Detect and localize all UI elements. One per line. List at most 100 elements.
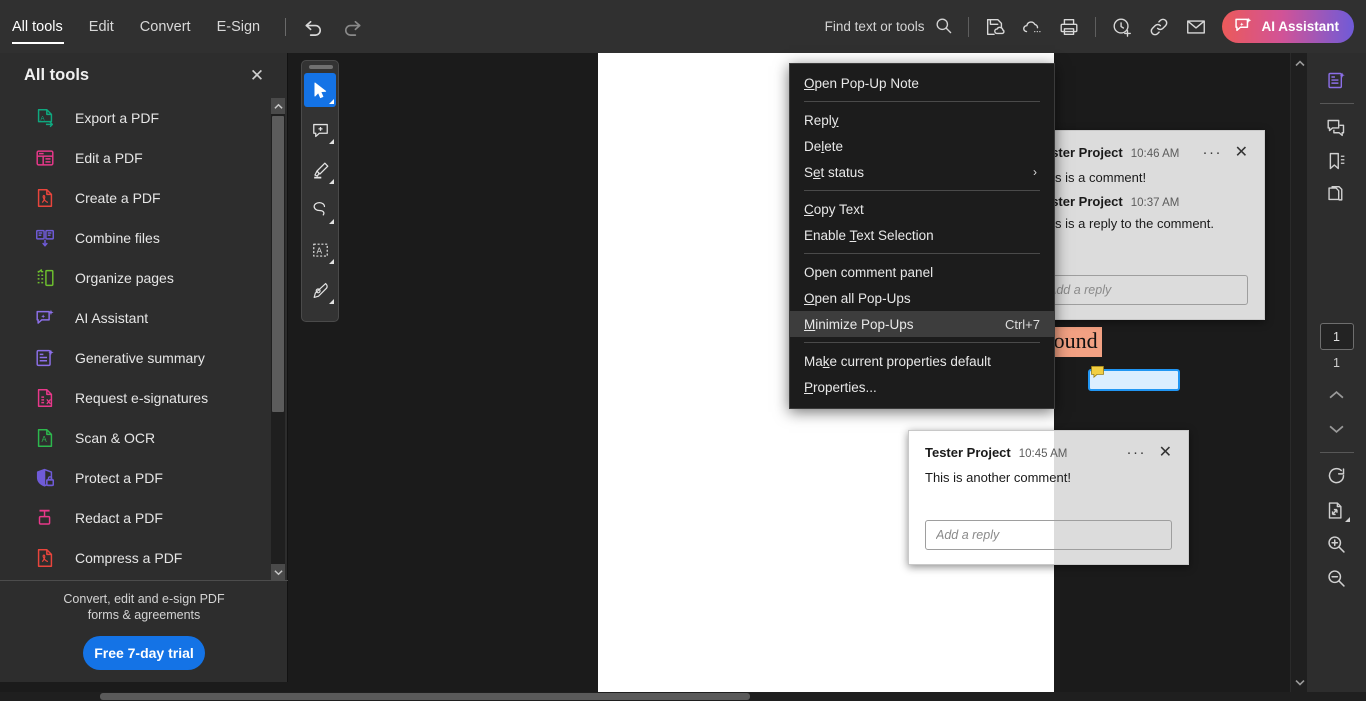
undo-icon[interactable] xyxy=(302,15,325,38)
menu-item-copy-text[interactable]: Copy Text xyxy=(790,196,1054,222)
toolbar-divider xyxy=(285,17,287,36)
print-icon[interactable] xyxy=(1058,16,1080,38)
sidebar-item-label: Request e-signatures xyxy=(75,390,209,406)
chevron-down-icon[interactable] xyxy=(329,99,334,104)
horizontal-scrollbar-thumb[interactable] xyxy=(100,693,750,700)
sidebar-item-export-a-pdf[interactable]: A Export a PDF xyxy=(0,98,288,138)
select-tool-button[interactable] xyxy=(304,73,336,107)
menu-item-properties[interactable]: Properties... xyxy=(790,374,1054,400)
sticky-note-small-icon[interactable] xyxy=(1091,365,1104,379)
previous-page-button[interactable] xyxy=(1320,378,1354,412)
menu-item-open-all-pop-ups[interactable]: Open all Pop-Ups xyxy=(790,285,1054,311)
scrollbar-thumb[interactable] xyxy=(272,116,284,412)
reply-body: This is a reply to the comment. xyxy=(1037,216,1215,231)
sidebar-item-create-a-pdf[interactable]: Create a PDF xyxy=(0,178,288,218)
chevron-down-icon[interactable] xyxy=(329,179,334,184)
menu-item-reply[interactable]: Reply xyxy=(790,107,1054,133)
sidebar-item-protect-a-pdf[interactable]: Protect a PDF xyxy=(0,458,288,498)
horizontal-scrollbar[interactable] xyxy=(0,692,1366,701)
save-to-cloud-icon[interactable] xyxy=(984,16,1006,38)
menu-separator xyxy=(804,190,1040,191)
generative-summary-button[interactable] xyxy=(1320,63,1354,97)
comment-popup-lower[interactable]: Tester Project 10:45 AM ··· ✕ This is an… xyxy=(908,430,1189,565)
comment-panel-button[interactable] xyxy=(1320,110,1354,144)
ai-assistant-button[interactable]: AI Assistant xyxy=(1222,10,1354,43)
chevron-down-icon[interactable] xyxy=(329,139,334,144)
menu-item-delete[interactable]: Delete xyxy=(790,133,1054,159)
sidebar-item-edit-a-pdf[interactable]: Edit a PDF xyxy=(0,138,288,178)
bookmark-button[interactable] xyxy=(1320,144,1354,178)
scroll-up-icon[interactable] xyxy=(1291,55,1308,71)
zoom-in-button[interactable] xyxy=(1320,527,1354,561)
close-icon[interactable]: ✕ xyxy=(1235,142,1248,162)
text-selection-tool-button[interactable]: A xyxy=(304,233,336,267)
tab-edit-label: Edit xyxy=(88,18,114,35)
sidebar-item-label: Redact a PDF xyxy=(75,510,163,526)
highlight-tool-button[interactable] xyxy=(304,153,336,187)
zoom-out-button[interactable] xyxy=(1320,561,1354,595)
total-page-count: 1 xyxy=(1333,356,1340,370)
sidebar-scrollbar[interactable] xyxy=(271,98,285,580)
menu-item-set-status[interactable]: Set status › xyxy=(790,159,1054,185)
create-pdf-icon xyxy=(34,187,56,209)
current-page-field[interactable]: 1 xyxy=(1319,323,1354,350)
menu-item-minimize-pop-ups[interactable]: Minimize Pop-Ups Ctrl+7 xyxy=(790,311,1054,337)
sidebar-item-organize-pages[interactable]: Organize pages xyxy=(0,258,288,298)
menu-tabs: All tools Edit Convert E-Sign xyxy=(0,0,364,53)
ai-assistant-label: AI Assistant xyxy=(1261,19,1339,34)
sidebar-item-combine-files[interactable]: Combine files xyxy=(0,218,288,258)
sidebar-item-compress-a-pdf[interactable]: Compress a PDF xyxy=(0,538,288,578)
email-icon[interactable] xyxy=(1185,16,1207,38)
tab-edit[interactable]: Edit xyxy=(76,0,127,53)
share-link-icon[interactable] xyxy=(1148,16,1170,38)
tab-convert[interactable]: Convert xyxy=(127,0,204,53)
page-thumbnails-button[interactable] xyxy=(1320,178,1354,212)
sidebar-item-scan-and-ocr[interactable]: A Scan & OCR xyxy=(0,418,288,458)
annotation-toolbar: A xyxy=(301,60,339,322)
menu-item-open-pop-up-note[interactable]: Open Pop-Up Note xyxy=(790,70,1054,96)
popup-content: Tester Project 10:45 AM ··· ✕ This is an… xyxy=(909,431,1188,485)
rotate-button[interactable] xyxy=(1320,459,1354,493)
find-text-or-tools[interactable]: Find text or tools xyxy=(825,16,954,38)
search-icon[interactable] xyxy=(934,16,953,38)
sidebar-item-ai-assistant[interactable]: AI Assistant xyxy=(0,298,288,338)
add-stamp-icon[interactable] xyxy=(1111,16,1133,38)
add-reply-input[interactable] xyxy=(925,520,1172,550)
sidebar-item-request-e-signatures[interactable]: Request e-signatures xyxy=(0,378,288,418)
export-pdf-icon: A xyxy=(34,107,56,129)
scroll-down-icon[interactable] xyxy=(1291,674,1308,690)
chevron-down-icon[interactable] xyxy=(1344,517,1350,522)
free-trial-button[interactable]: Free 7-day trial xyxy=(83,636,205,670)
fit-page-button[interactable] xyxy=(1320,493,1354,527)
close-icon[interactable]: ✕ xyxy=(1159,442,1172,462)
freehand-tool-button[interactable] xyxy=(304,193,336,227)
chevron-down-icon[interactable] xyxy=(329,299,334,304)
scroll-down-icon[interactable] xyxy=(271,564,285,580)
add-reply-input[interactable] xyxy=(1037,275,1248,305)
document-scrollbar[interactable] xyxy=(1290,53,1307,692)
tab-all-tools[interactable]: All tools xyxy=(0,0,76,53)
comment-popup-upper[interactable]: Tester Project 10:46 AM ··· ✕ This is a … xyxy=(1020,130,1265,320)
sidebar-item-generative-summary[interactable]: Generative summary xyxy=(0,338,288,378)
close-icon[interactable]: ✕ xyxy=(247,66,267,86)
sidebar-item-redact-a-pdf[interactable]: Redact a PDF xyxy=(0,498,288,538)
toolbar-drag-handle[interactable] xyxy=(309,65,333,69)
menu-item-make-current-properties-default[interactable]: Make current properties default xyxy=(790,348,1054,374)
chevron-down-icon[interactable] xyxy=(329,259,334,264)
redo-icon[interactable] xyxy=(341,15,364,38)
add-comment-tool-button[interactable] xyxy=(304,113,336,147)
edit-pdf-icon xyxy=(34,147,56,169)
more-options-icon[interactable]: ··· xyxy=(1127,444,1147,461)
right-toolbar: 1 1 xyxy=(1307,53,1366,701)
chevron-down-icon[interactable] xyxy=(329,219,334,224)
scroll-up-icon[interactable] xyxy=(271,98,285,114)
next-page-button[interactable] xyxy=(1320,412,1354,446)
chevron-right-icon: › xyxy=(1033,165,1037,179)
more-options-icon[interactable]: ··· xyxy=(1203,144,1223,161)
menu-item-enable-text-selection[interactable]: Enable Text Selection xyxy=(790,222,1054,248)
menu-item-shortcut: Ctrl+7 xyxy=(1004,316,1040,332)
tab-esign[interactable]: E-Sign xyxy=(204,0,274,53)
signature-tool-button[interactable] xyxy=(304,273,336,307)
menu-item-open-comment-panel[interactable]: Open comment panel xyxy=(790,259,1054,285)
cloud-storage-icon[interactable] xyxy=(1021,16,1043,38)
